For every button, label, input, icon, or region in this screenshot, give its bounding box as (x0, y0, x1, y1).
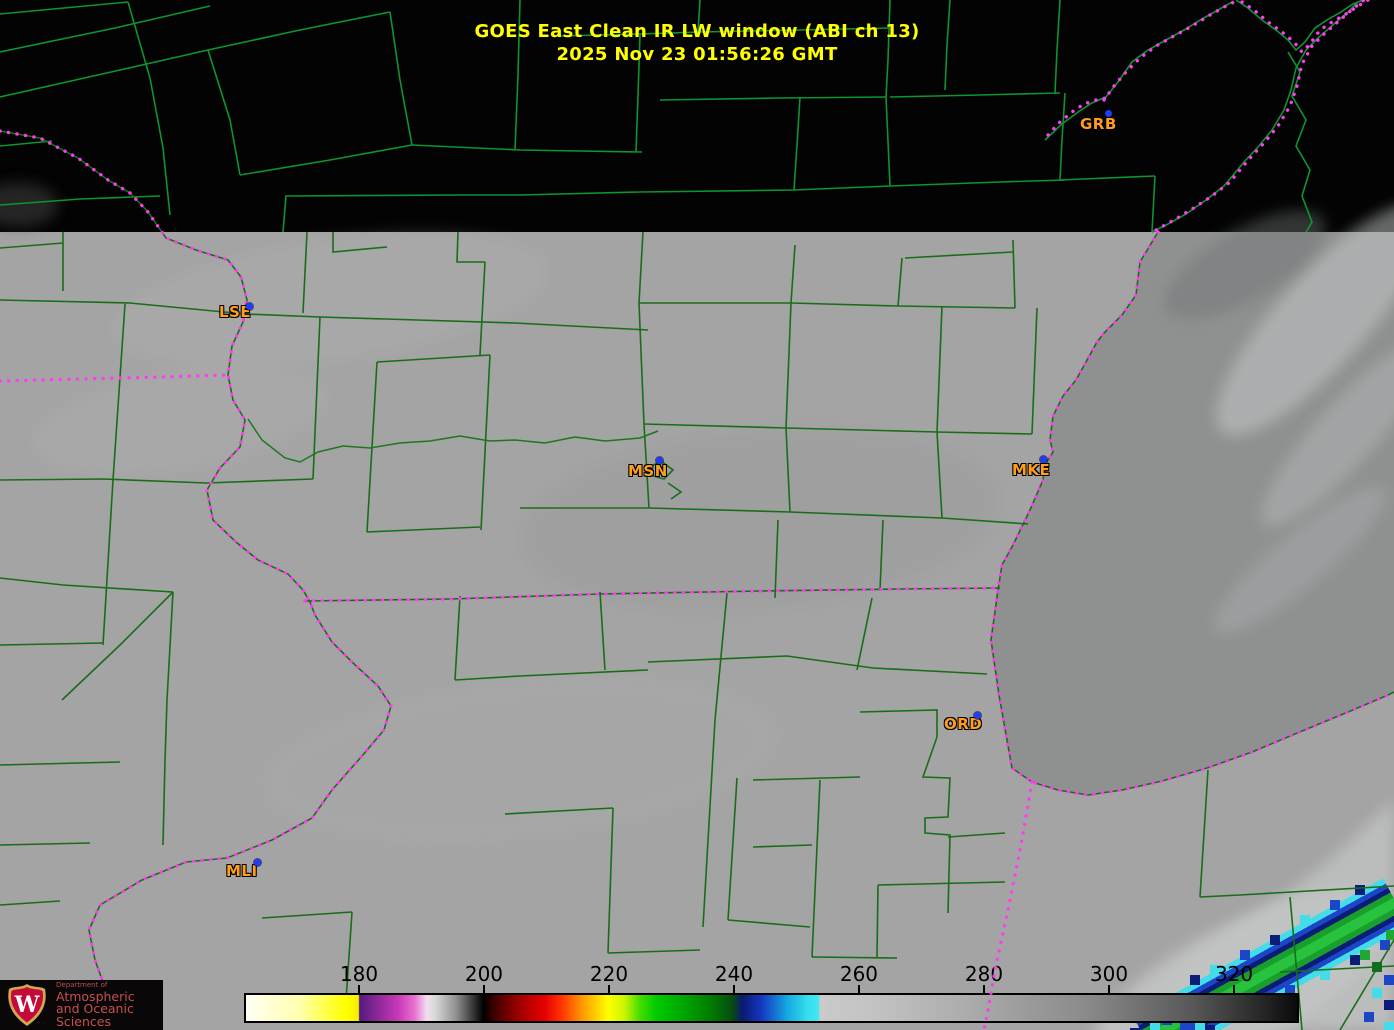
state-border-dotted-line (989, 230, 1394, 797)
logo-text: Department of Atmospheric and Oceanic Sc… (56, 980, 163, 1029)
state-border-dotted-line (303, 586, 1002, 603)
uw-aos-logo: W Department of Atmospheric and Oceanic … (0, 980, 163, 1030)
satellite-display: 180 200 220 240 260 280 300 320 GOES East Clean… (0, 0, 1394, 1030)
station-dot-ord (974, 712, 981, 719)
crest-letter: W (14, 992, 40, 1018)
title-line-1: GOES East Clean IR LW window (ABI ch 13) (474, 21, 920, 42)
station-label-mli: MLI (226, 862, 258, 880)
image-title: GOES East Clean IR LW window (ABI ch 13)… (0, 20, 1394, 66)
title-line-2: 2025 Nov 23 01:56:26 GMT (556, 44, 838, 65)
logo-dept-label: Department of (56, 980, 108, 989)
state-border-dotted-line (0, 129, 393, 1030)
station-dot-mli (254, 859, 261, 866)
state-border-dotted-line (0, 373, 229, 383)
station-dot-msn (656, 457, 663, 464)
station-label-msn: MSN (628, 462, 668, 480)
station-label-grb: GRB (1080, 115, 1117, 133)
map-border-overlay (0, 0, 1394, 1030)
station-label-mke: MKE (1012, 461, 1051, 479)
state-border-dotted-line (982, 780, 1034, 1030)
station-label-ord: ORD (944, 715, 983, 733)
station-dot-grb (1105, 110, 1112, 117)
station-dot-mke (1040, 456, 1047, 463)
station-dot-lse (246, 303, 253, 310)
uw-crest-icon: W (6, 983, 48, 1027)
logo-name-line2: and Oceanic Sciences (56, 1001, 134, 1029)
